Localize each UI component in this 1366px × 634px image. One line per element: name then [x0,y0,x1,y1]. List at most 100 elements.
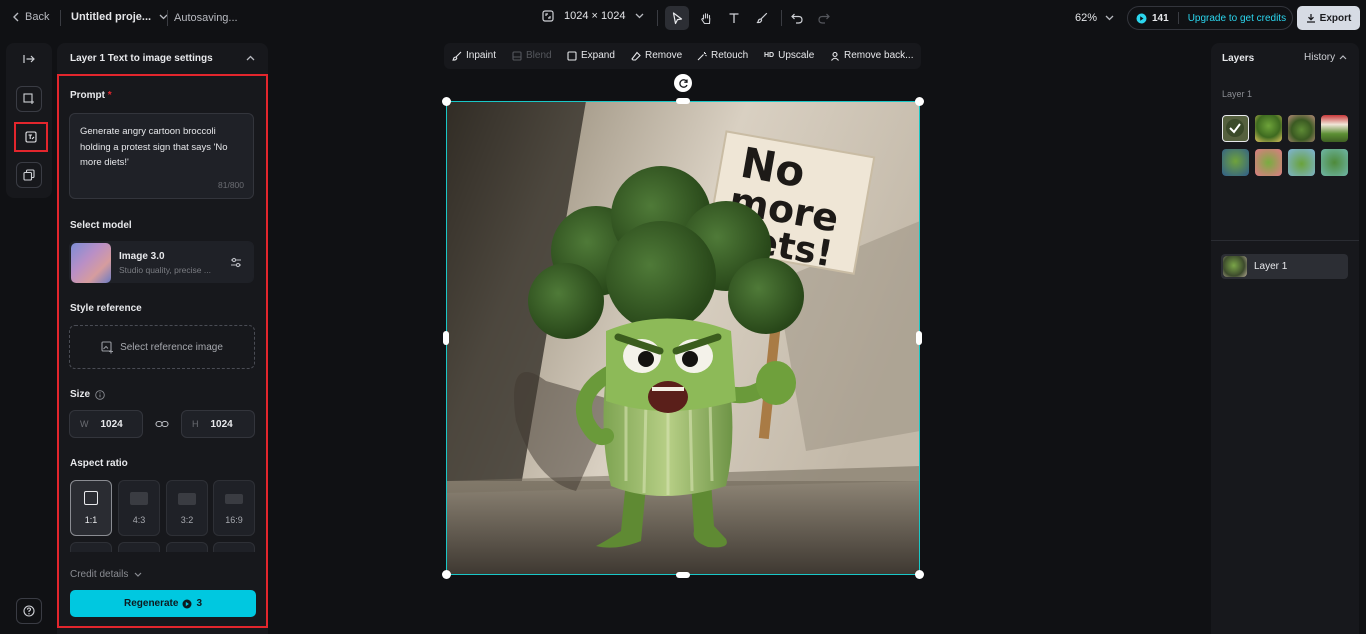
resize-handle[interactable] [443,331,449,345]
info-icon[interactable] [95,389,105,400]
variation-thumbnail[interactable] [1255,115,1282,142]
layers-icon [23,169,35,181]
redo-button[interactable] [813,6,835,30]
select-reference-label: Select reference image [120,341,223,353]
select-tool-button[interactable] [665,6,689,30]
panel-title: Layer 1 Text to image settings [70,52,213,64]
retouch-button[interactable]: Retouch [697,50,748,61]
prompt-label: Prompt [70,90,105,101]
history-tab[interactable]: History [1304,52,1347,63]
layers-tool-button[interactable] [16,162,42,188]
divider [781,10,782,26]
model-description: Studio quality, precise ... [119,265,211,275]
variation-thumbnail[interactable] [1288,149,1315,176]
credit-details-toggle[interactable]: Credit details [70,569,142,580]
canvas-size: 1024 × 1024 [564,10,626,22]
ratio-option-3-2[interactable]: 3:2 [166,480,208,536]
remove-background-button[interactable]: Remove back... [830,50,913,61]
rotate-handle[interactable] [674,74,692,92]
divider [60,10,61,26]
hand-tool-button[interactable] [694,6,718,30]
ratio-option[interactable] [166,542,208,552]
canvas-image[interactable]: No more diets! [446,101,920,575]
layers-title: Layers [1222,53,1255,64]
height-input[interactable]: H 1024 [181,410,255,438]
variation-thumbnail[interactable] [1321,149,1348,176]
help-icon [23,605,35,617]
ratio-option-16-9[interactable]: 16:9 [213,480,255,536]
ratio-option[interactable] [70,542,112,552]
expand-button[interactable]: Expand [567,50,615,61]
link-icon[interactable] [155,419,169,429]
prompt-textarea[interactable]: Generate angry cartoon broccoli holding … [69,113,254,199]
resize-handle[interactable] [442,570,451,579]
upscale-label: Upscale [778,50,815,61]
variation-thumbnail[interactable] [1288,115,1315,142]
resize-handle[interactable] [915,570,924,579]
back-button[interactable]: Back [12,11,49,23]
model-selector[interactable]: Image 3.0 Studio quality, precise ... [69,241,254,283]
resize-handle[interactable] [916,331,922,345]
project-name-dropdown[interactable]: Untitled proje... [71,11,168,23]
remove-label: Remove [645,50,683,61]
ratio-option[interactable] [213,542,255,552]
ratio-shape [84,491,98,505]
settings-panel: Layer 1 Text to image settings Prompt * … [57,43,268,634]
layer-row[interactable]: Layer 1 [1221,254,1348,279]
prompt-heading: Prompt * [70,90,112,101]
canvas-size-dropdown[interactable]: 1024 × 1024 [542,10,644,22]
upgrade-label: Upgrade to get credits [1187,12,1287,24]
variation-thumbnail[interactable] [1222,149,1249,176]
credits-upgrade-button[interactable]: 141 Upgrade to get credits [1127,6,1293,30]
variation-thumbnail[interactable] [1222,115,1249,142]
image-edit-tool-button[interactable] [16,86,42,112]
resize-handle[interactable] [676,572,690,578]
brush-tool-button[interactable] [750,6,774,30]
export-label: Export [1319,12,1352,24]
size-label: Size [70,389,91,400]
inpaint-label: Inpaint [466,50,497,61]
width-input[interactable]: W 1024 [69,410,143,438]
divider [657,10,658,26]
ratio-option[interactable] [118,542,160,552]
resize-handle[interactable] [676,98,690,104]
zoom-level: 62% [1075,12,1098,24]
history-label: History [1304,52,1336,63]
panel-header[interactable]: Layer 1 Text to image settings [57,43,268,73]
collapse-panel-button[interactable] [16,48,42,70]
zoom-dropdown[interactable]: 62% [1075,12,1114,24]
credit-count: 141 [1152,12,1169,24]
text-to-image-icon [25,131,37,143]
sliders-icon[interactable] [230,257,242,268]
ratio-label: 1:1 [84,515,98,525]
height-prefix: H [192,419,199,429]
image-crop-icon [23,93,34,104]
download-icon [1306,14,1315,23]
ratio-shape [130,492,148,505]
model-thumbnail [71,243,111,283]
inpaint-button[interactable]: Inpaint [452,50,496,61]
ratio-option-4-3[interactable]: 4:3 [118,480,160,536]
resize-handle[interactable] [442,97,451,106]
blend-button[interactable]: Blend [512,50,552,61]
undo-button[interactable] [786,6,808,30]
ratio-shape [225,494,243,504]
chevron-up-icon [246,55,255,61]
upscale-button[interactable]: HD Upscale [764,50,814,61]
variation-thumbnail[interactable] [1255,149,1282,176]
help-button[interactable] [16,598,42,624]
text-tool-button[interactable] [722,6,746,30]
top-bar: Back Untitled proje... Autosaving... 102… [0,0,1366,36]
divider [1177,12,1179,24]
text-to-image-tool-button[interactable] [14,122,48,152]
remove-button[interactable]: Remove [631,50,682,61]
variation-thumbnail[interactable] [1321,115,1348,142]
export-button[interactable]: Export [1297,6,1360,30]
ratio-option-1-1[interactable]: 1:1 [70,480,112,536]
width-value: 1024 [100,418,123,430]
regenerate-button[interactable]: Regenerate 3 [70,590,256,617]
resize-handle[interactable] [915,97,924,106]
blend-icon [512,50,522,61]
resize-icon [542,10,554,22]
select-reference-image-button[interactable]: Select reference image [69,325,255,369]
